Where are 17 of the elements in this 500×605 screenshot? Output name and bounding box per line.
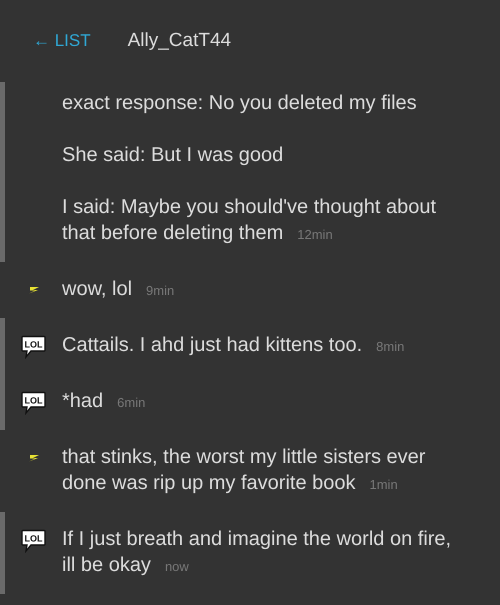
message-text: Cattails. I ahd just had kittens too. 8min (62, 333, 404, 358)
message-time: 9min (146, 283, 174, 298)
lol-speech-bubble-icon: LOL (21, 335, 46, 359)
message-text: If I just breath and imagine the world on fire, ill be okay now (62, 527, 452, 578)
message-text: that stinks, the worst my little sisters ever done was rip up my favorite book 1min (62, 445, 426, 496)
message-text: wow, lol 9min (62, 277, 174, 302)
message-time: 6min (117, 395, 146, 410)
lol-speech-bubble-icon: LOL (21, 529, 46, 553)
message-time: now (164, 559, 189, 574)
message-time: 1min (370, 477, 398, 492)
chat-title: Ally_CatT44 (128, 30, 232, 52)
lol-speech-bubble-icon: LOL (21, 391, 46, 415)
back-link[interactable]: ← LIST (33, 31, 91, 51)
message-time: 8min (376, 339, 404, 354)
message-text: *had 6min (62, 389, 146, 414)
message-time: 12min (297, 227, 333, 242)
message-text: exact response: No you deleted my files She said: But I was good I said: Maybe you should've thought about that before deleting them 12min (62, 91, 436, 246)
